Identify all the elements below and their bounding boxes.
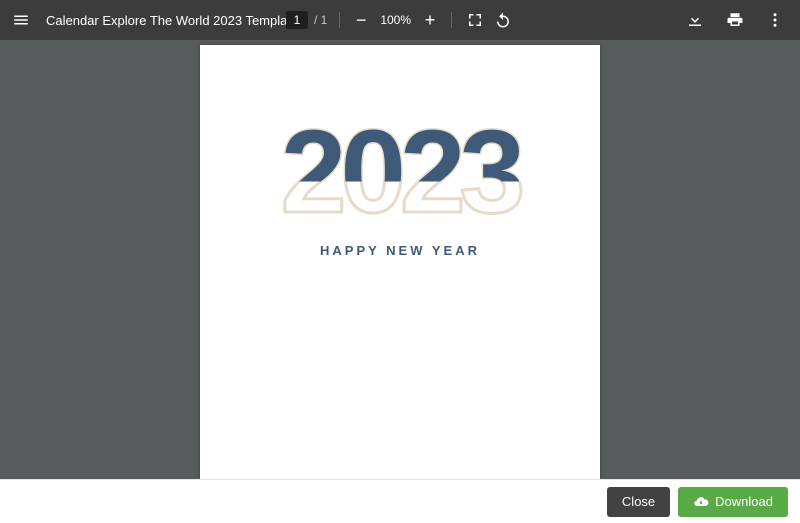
- page-number-input[interactable]: [286, 11, 308, 29]
- rotate-icon[interactable]: [492, 9, 514, 31]
- download-button-label: Download: [715, 494, 773, 509]
- subtitle: HAPPY NEW YEAR: [200, 243, 600, 258]
- zoom-out-button[interactable]: −: [352, 10, 370, 31]
- fit-page-icon[interactable]: [464, 9, 486, 31]
- document-page: 2023 2023 HAPPY NEW YEAR: [200, 45, 600, 479]
- more-icon[interactable]: [764, 9, 786, 31]
- document-viewer[interactable]: 2023 2023 HAPPY NEW YEAR: [0, 40, 800, 479]
- pdf-toolbar: Calendar Explore The World 2023 Template…: [0, 0, 800, 40]
- zoom-in-button[interactable]: +: [421, 10, 439, 31]
- separator: [451, 12, 452, 28]
- menu-icon[interactable]: [10, 9, 32, 31]
- footer-bar: Close Download: [0, 479, 800, 523]
- close-button[interactable]: Close: [607, 487, 670, 517]
- separator: [339, 12, 340, 28]
- page-total: / 1: [314, 13, 327, 27]
- document-title: Calendar Explore The World 2023 Template…: [46, 13, 305, 28]
- download-icon[interactable]: [684, 9, 706, 31]
- cloud-download-icon: [693, 494, 709, 510]
- print-icon[interactable]: [724, 9, 746, 31]
- zoom-level[interactable]: 100%: [376, 13, 415, 27]
- download-button[interactable]: Download: [678, 487, 788, 517]
